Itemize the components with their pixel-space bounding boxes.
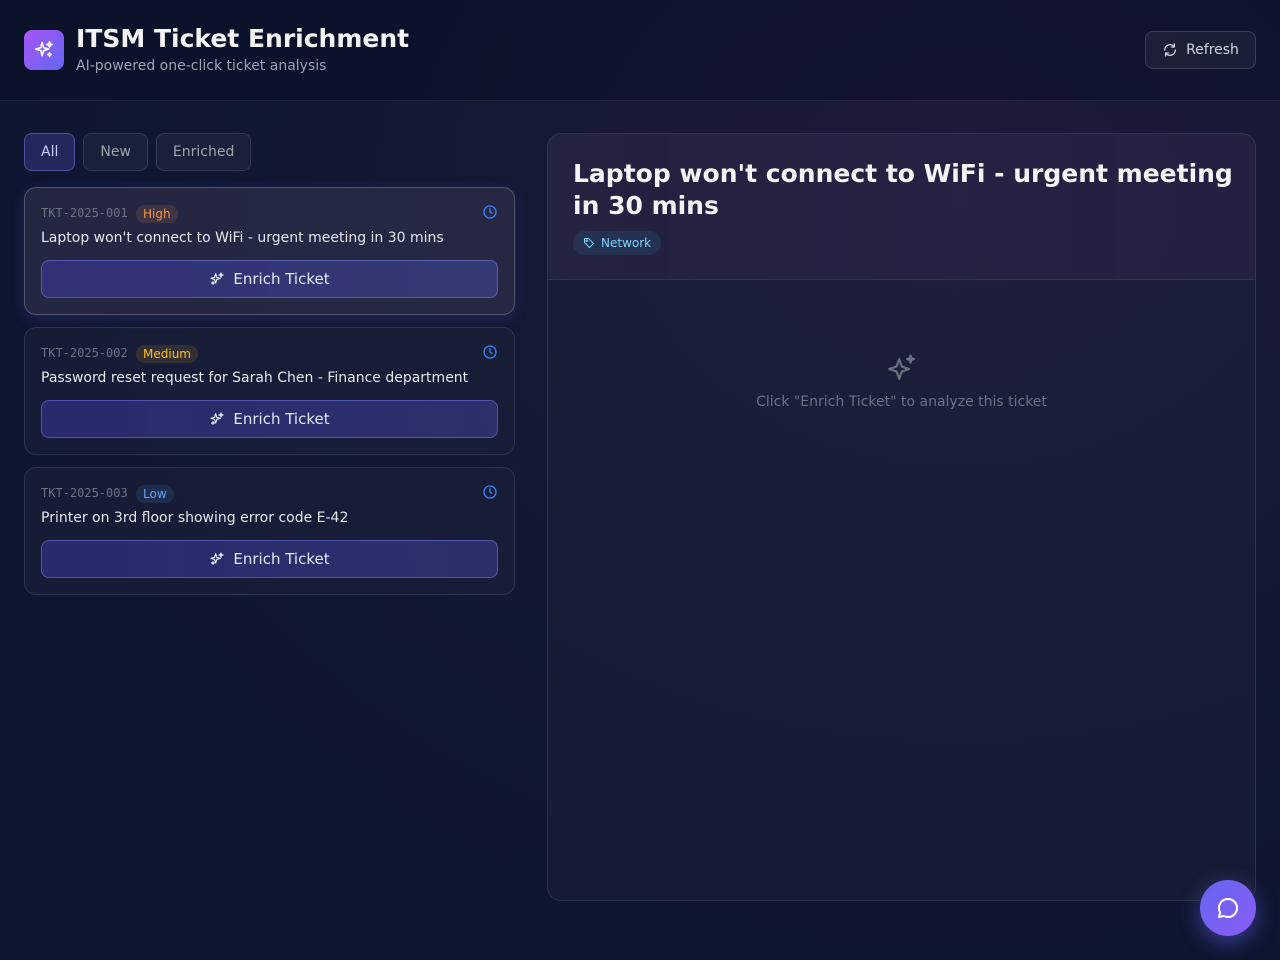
category-tag: Network (573, 231, 662, 255)
filter-tab-new[interactable]: New (83, 133, 148, 171)
chat-button[interactable] (1200, 880, 1256, 936)
ticket-title: Laptop won't connect to WiFi - urgent me… (41, 230, 444, 246)
ticket-card[interactable]: TKT-2025-002 Medium Password reset reque… (24, 327, 515, 455)
filter-tab-all[interactable]: All (24, 133, 76, 171)
clock-icon (483, 205, 497, 219)
priority-badge: Low (136, 485, 174, 503)
app-title: ITSM Ticket Enrichment (76, 24, 410, 53)
tag-icon (584, 238, 594, 248)
ticket-card[interactable]: TKT-2025-001 High Laptop won't connect t… (24, 187, 515, 315)
enrich-button-label: Enrich Ticket (233, 550, 330, 568)
detail-title: Laptop won't connect to WiFi - urgent me… (573, 159, 1233, 220)
sparkles-icon (210, 412, 224, 425)
ticket-detail-panel: Laptop won't connect to WiFi - urgent me… (547, 133, 1256, 901)
ticket-id: TKT-2025-002 (41, 346, 128, 360)
refresh-icon (1164, 43, 1177, 57)
sparkles-icon (210, 552, 224, 565)
clock-icon (483, 345, 497, 359)
filter-tabs: All New Enriched (24, 133, 252, 171)
ticket-title: Printer on 3rd floor showing error code … (41, 510, 349, 526)
ticket-title: Password reset request for Sarah Chen - … (41, 370, 469, 386)
empty-state: Click "Enrich Ticket" to analyze this ti… (548, 352, 1255, 410)
chat-bubble-icon (1217, 897, 1238, 918)
enrich-button-label: Enrich Ticket (233, 410, 330, 428)
category-label: Network (601, 236, 652, 250)
detail-header: Laptop won't connect to WiFi - urgent me… (548, 134, 1255, 280)
enrich-ticket-button[interactable]: Enrich Ticket (41, 260, 498, 298)
clock-icon (483, 485, 497, 499)
sparkles-icon (34, 40, 54, 58)
priority-badge: Medium (136, 345, 198, 363)
sparkles-icon (887, 354, 915, 380)
app-logo (24, 30, 64, 70)
ticket-card[interactable]: TKT-2025-003 Low Printer on 3rd floor sh… (24, 467, 515, 595)
empty-state-message: Click "Enrich Ticket" to analyze this ti… (756, 394, 1047, 410)
refresh-label: Refresh (1186, 42, 1239, 58)
app-subtitle: AI-powered one-click ticket analysis (76, 58, 327, 74)
app-header: ITSM Ticket Enrichment AI-powered one-cl… (0, 0, 1280, 101)
enrich-ticket-button[interactable]: Enrich Ticket (41, 400, 498, 438)
enrich-ticket-button[interactable]: Enrich Ticket (41, 540, 498, 578)
refresh-button[interactable]: Refresh (1145, 31, 1256, 69)
ticket-id: TKT-2025-001 (41, 206, 128, 220)
enrich-button-label: Enrich Ticket (233, 270, 330, 288)
priority-badge: High (136, 205, 178, 223)
filter-tab-enriched[interactable]: Enriched (155, 133, 252, 171)
ticket-id: TKT-2025-003 (41, 486, 128, 500)
sparkles-icon (210, 272, 224, 285)
